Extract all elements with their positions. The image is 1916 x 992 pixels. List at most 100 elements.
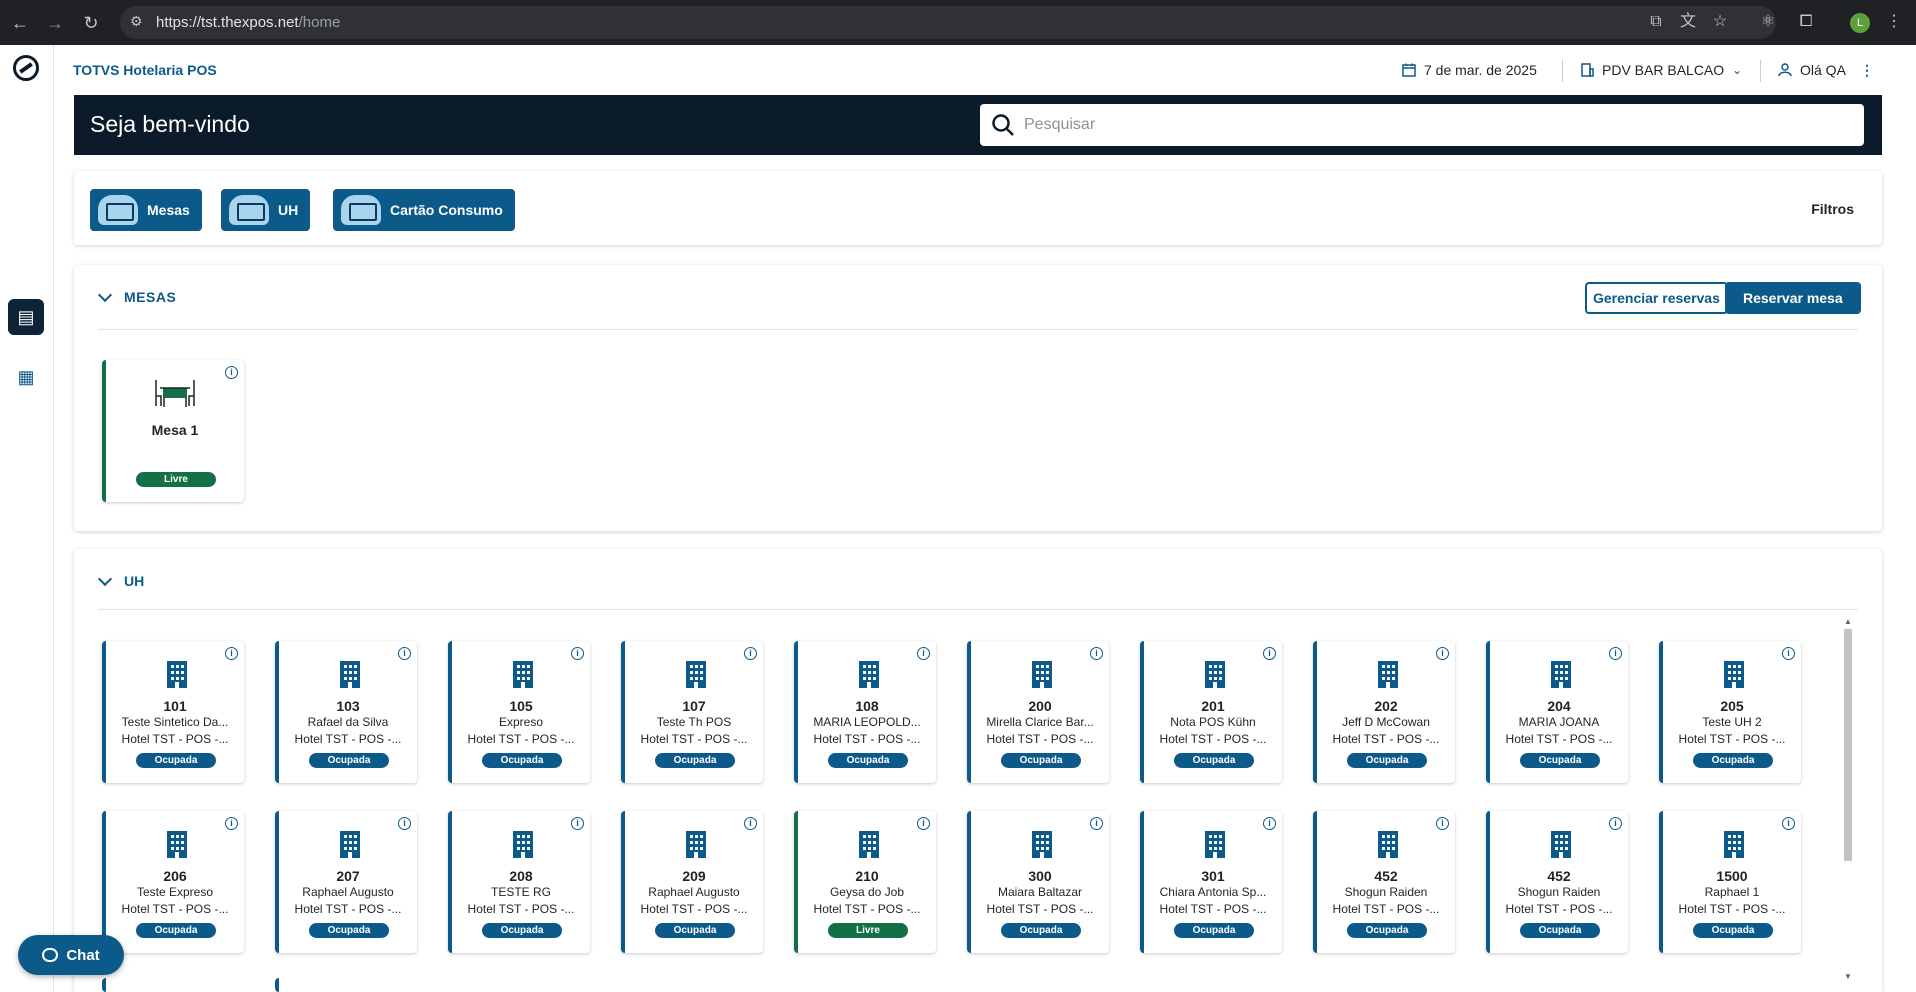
info-icon[interactable]: i [1263, 647, 1276, 660]
uh-card[interactable]: i 206 Teste Expreso Hotel TST - POS -... Ocu… [102, 811, 244, 953]
info-icon[interactable]: i [1782, 647, 1795, 660]
uh-card[interactable]: i 202 Jeff D McCowan Hotel TST - POS -... Oc… [1313, 641, 1455, 783]
date-display[interactable]: 7 de mar. de 2025 [1402, 62, 1537, 78]
guest-name: TESTE RG [490, 885, 551, 899]
info-icon[interactable]: i [1090, 817, 1103, 830]
uh-card[interactable]: i 108 MARIA LEOPOLD... Hotel TST - POS -...… [794, 641, 936, 783]
info-icon[interactable]: i [571, 647, 584, 660]
info-icon[interactable]: i [1090, 647, 1103, 660]
info-icon[interactable]: i [1263, 817, 1276, 830]
info-icon[interactable]: i [225, 817, 238, 830]
uh-card[interactable]: i 107 Teste Th POS Hotel TST - POS -... Ocup… [621, 641, 763, 783]
guest-name: Teste Sintetico Da... [121, 715, 229, 729]
uh-card[interactable]: i 204 MARIA JOANA Hotel TST - POS -... Ocupa… [1486, 641, 1628, 783]
browser-menu-icon[interactable]: ⋮ [1884, 12, 1904, 32]
totvs-logo[interactable] [13, 55, 39, 81]
info-icon[interactable]: i [398, 817, 411, 830]
guest-name: MARIA LEOPOLD... [813, 715, 921, 729]
info-icon[interactable]: i [225, 366, 238, 379]
address-bar[interactable]: ⚙ https://tst.thexpos.net/home [120, 6, 1776, 39]
store-icon[interactable]: ▤ [8, 299, 44, 335]
welcome-text: Seja bem-vindo [90, 111, 250, 137]
filter-uh-button[interactable]: UH [221, 189, 311, 231]
filter-mesas-button[interactable]: Mesas [90, 189, 202, 231]
info-icon[interactable]: i [917, 647, 930, 660]
status-badge: Ocupada [309, 753, 389, 768]
header-divider [1562, 60, 1563, 82]
profile-avatar[interactable]: L [1850, 13, 1870, 33]
site-info-icon[interactable]: ⚙ [130, 13, 148, 31]
uh-card[interactable]: i 210 Geysa do Job Hotel TST - POS -... Livr… [794, 811, 936, 953]
info-icon[interactable]: i [571, 817, 584, 830]
filtros-link[interactable]: Filtros [1811, 201, 1854, 217]
uh-card[interactable]: i 208 TESTE RG Hotel TST - POS -... Ocupada [448, 811, 590, 953]
guest-name: Geysa do Job [829, 885, 905, 899]
info-icon[interactable]: i [1436, 647, 1449, 660]
status-badge: Ocupada [1174, 753, 1254, 768]
uh-card[interactable]: i 207 Raphael Augusto Hotel TST - POS -... O… [275, 811, 417, 953]
extensions-puzzle-icon[interactable]: ⧠ [1796, 12, 1816, 32]
calendar-grid-icon[interactable]: ▦ [12, 363, 40, 391]
guest-name: Mirella Clarice Bar... [986, 715, 1094, 729]
uh-card[interactable]: i 101 Teste Sintetico Da... Hotel TST - POS… [102, 641, 244, 783]
user-menu[interactable]: Olá QA [1778, 62, 1846, 78]
info-icon[interactable]: i [744, 647, 757, 660]
more-options-icon[interactable]: ⋮ [1860, 62, 1874, 79]
uh-card[interactable]: i 209 Raphael Augusto Hotel TST - POS -... O… [621, 811, 763, 953]
hotel-building-icon [1378, 661, 1398, 688]
info-icon[interactable]: i [1782, 817, 1795, 830]
info-icon[interactable]: i [1436, 817, 1449, 830]
guest-name: Rafael da Silva [307, 715, 389, 729]
info-icon[interactable]: i [398, 647, 411, 660]
hotel-name: Hotel TST - POS -... [813, 732, 921, 746]
uh-card[interactable]: i 201 Nota POS Kühn Hotel TST - POS -... Ocu… [1140, 641, 1282, 783]
uh-section-toggle[interactable]: UH [98, 573, 144, 589]
mesas-panel: MESAS Gerenciar reservas Reservar mesa i… [74, 265, 1882, 531]
hotel-building-icon [1032, 661, 1052, 688]
info-icon[interactable]: i [917, 817, 930, 830]
translate-icon[interactable]: 文 [1678, 12, 1698, 32]
back-icon[interactable]: ← [9, 12, 31, 34]
filter-cartao-button[interactable]: Cartão Consumo [333, 189, 515, 231]
pdv-selector[interactable]: PDV BAR BALCAO ⌄ [1580, 62, 1742, 78]
hotel-name: Hotel TST - POS -... [1505, 732, 1613, 746]
chat-button[interactable]: Chat [18, 935, 124, 975]
uh-card[interactable]: i 452 Shogun Raiden Hotel TST - POS -... Ocu… [1486, 811, 1628, 953]
info-icon[interactable]: i [744, 817, 757, 830]
mesas-section-toggle[interactable]: MESAS [98, 289, 176, 305]
scroll-thumb[interactable] [1844, 629, 1852, 861]
uh-card[interactable]: i 105 Expreso Hotel TST - POS -... Ocupada [448, 641, 590, 783]
uh-card[interactable]: i 205 Teste UH 2 Hotel TST - POS -... Ocupad… [1659, 641, 1801, 783]
info-icon[interactable]: i [1609, 817, 1622, 830]
mesa-card[interactable]: i Mesa 1 Livre [102, 360, 244, 502]
info-icon[interactable]: i [225, 647, 238, 660]
credit-card-icon [341, 195, 381, 225]
extension-atom-icon[interactable]: ⚛ [1758, 12, 1778, 32]
chat-bubble-icon [42, 948, 59, 962]
uh-card[interactable]: i 300 Maiara Baltazar Hotel TST - POS -... O… [967, 811, 1109, 953]
forward-icon[interactable]: → [44, 12, 66, 34]
uh-card[interactable]: i 301 Chiara Antonia Sp... Hotel TST - POS … [1140, 811, 1282, 953]
reserve-table-button[interactable]: Reservar mesa [1725, 282, 1861, 314]
uh-card[interactable]: i 103 Rafael da Silva Hotel TST - POS -... O… [275, 641, 417, 783]
scroll-down-icon[interactable]: ▼ [1842, 972, 1854, 981]
status-badge: Ocupada [309, 923, 389, 938]
uh-card[interactable]: i 200 Mirella Clarice Bar... Hotel TST - PO… [967, 641, 1109, 783]
uh-scrollbar[interactable]: ▲ [1842, 617, 1854, 872]
status-badge: Ocupada [1347, 923, 1427, 938]
search-input[interactable] [1024, 112, 1844, 138]
open-in-new-icon[interactable]: ⧉ [1646, 12, 1666, 32]
greeting-text: Olá QA [1800, 62, 1846, 78]
room-number: 108 [855, 698, 879, 714]
info-icon[interactable]: i [1609, 647, 1622, 660]
welcome-banner: Seja bem-vindo [74, 95, 1882, 155]
scroll-up-icon[interactable]: ▲ [1842, 617, 1854, 626]
manage-reservations-button[interactable]: Gerenciar reservas [1585, 282, 1728, 314]
bookmark-star-icon[interactable]: ☆ [1710, 12, 1730, 32]
room-number: 452 [1374, 868, 1398, 884]
reload-icon[interactable]: ↻ [80, 12, 102, 34]
hotel-name: Hotel TST - POS -... [640, 902, 748, 916]
uh-card[interactable]: i 452 Shogun Raiden Hotel TST - POS -... Ocu… [1313, 811, 1455, 953]
room-number: 105 [509, 698, 533, 714]
uh-card[interactable]: i 1500 Raphael 1 Hotel TST - POS -... Ocupad… [1659, 811, 1801, 953]
